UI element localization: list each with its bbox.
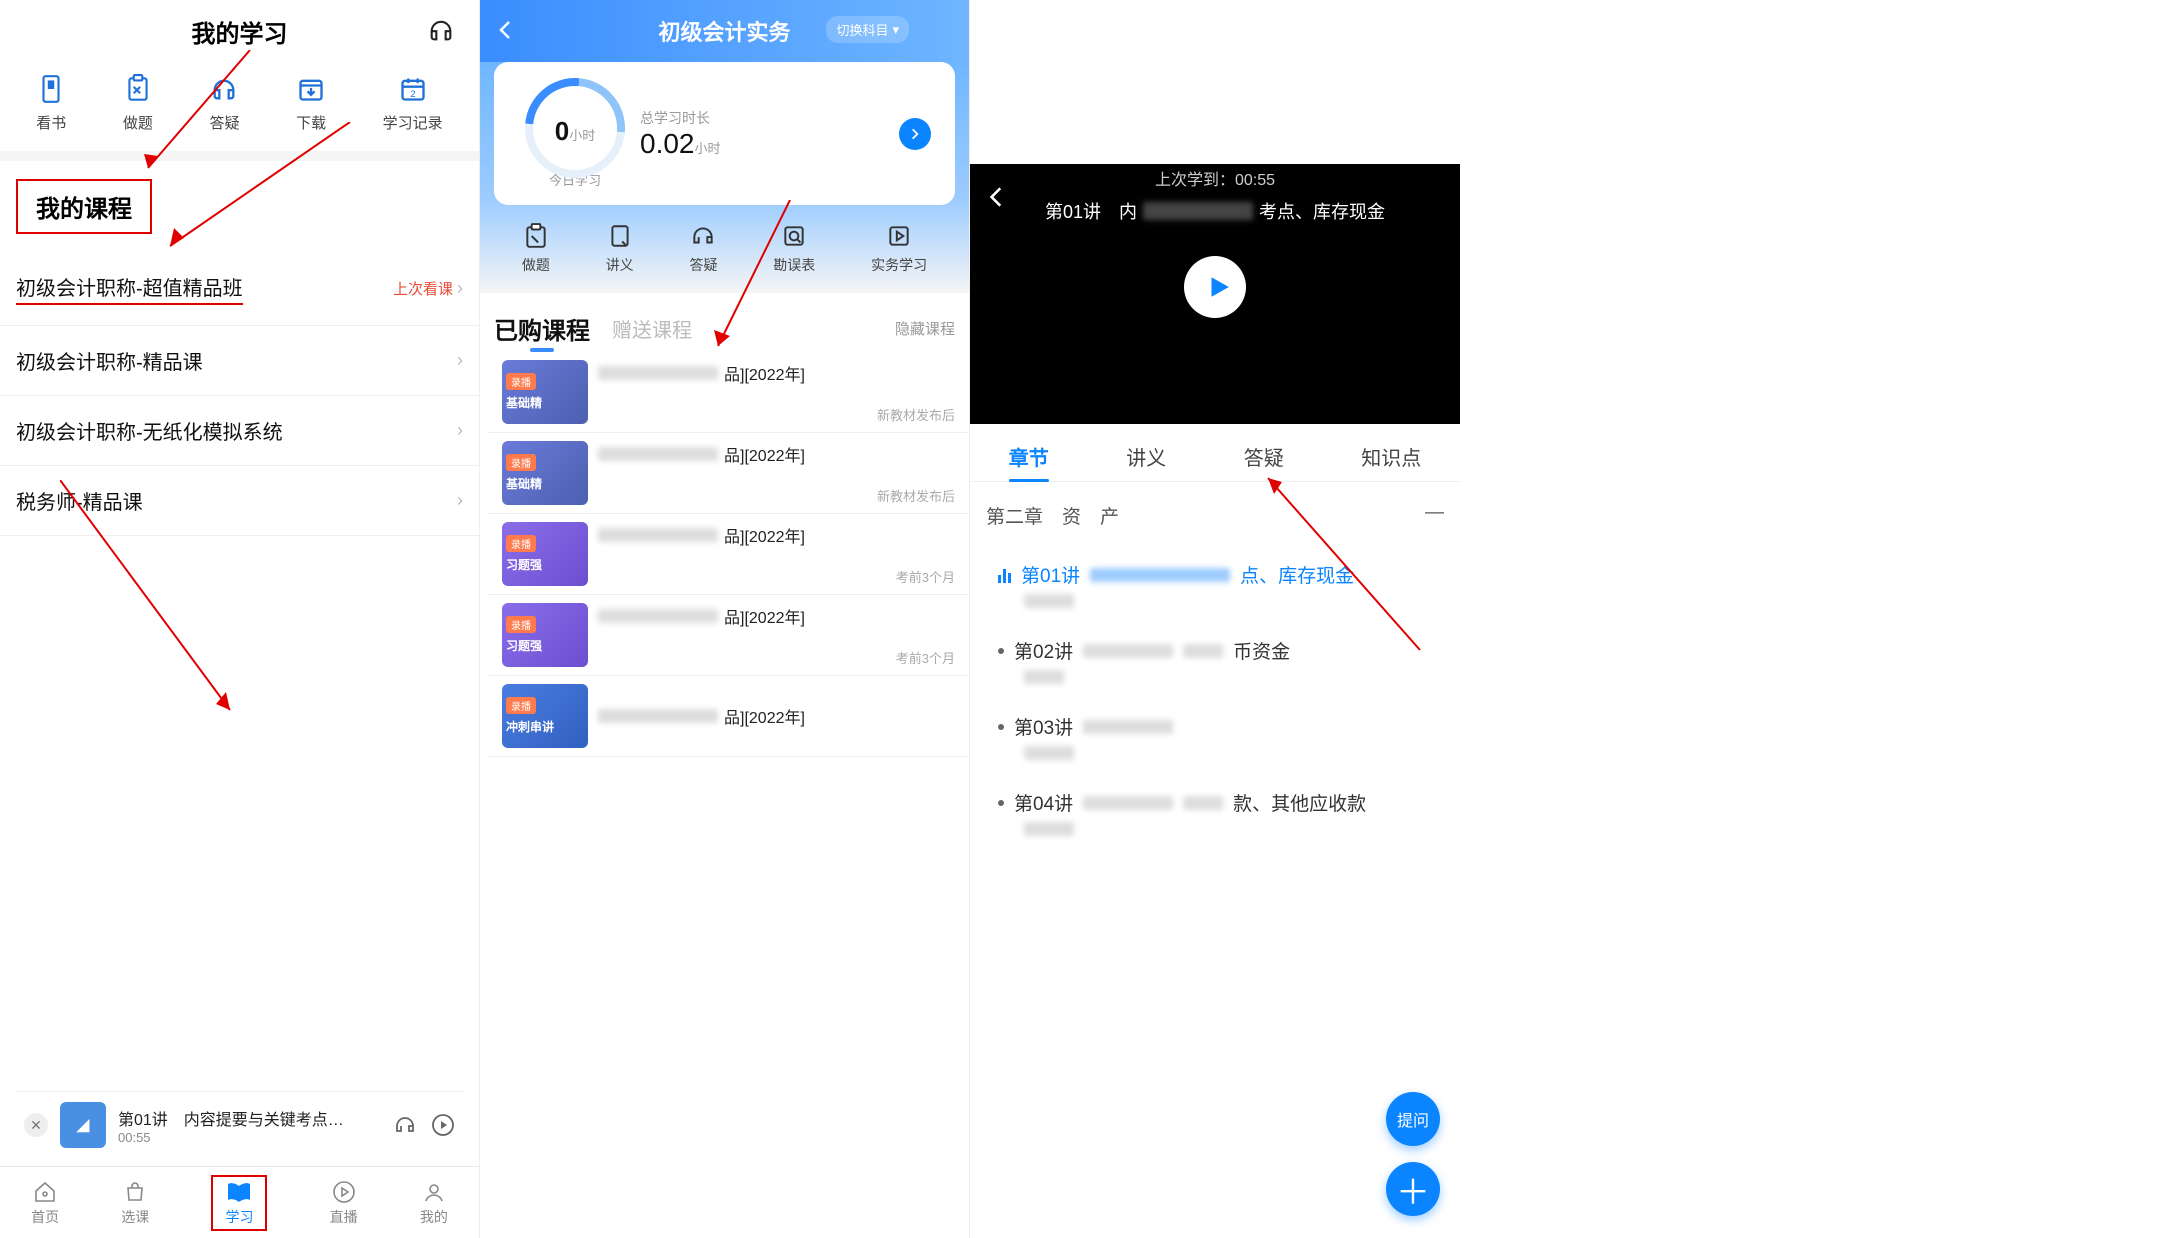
hide-courses-link[interactable]: 隐藏课程 — [895, 318, 955, 339]
lesson-thumb: 录播习题强 — [502, 522, 588, 586]
lesson-thumb: 录播基础精 — [502, 360, 588, 424]
mini-play-icon[interactable] — [431, 1113, 455, 1137]
tool-practical[interactable]: 实务学习 — [871, 223, 927, 275]
chevron-right-icon: › — [457, 420, 463, 441]
tab-points[interactable]: 知识点 — [1361, 442, 1421, 471]
calendar-icon: 2 — [398, 74, 428, 104]
lecture-item[interactable]: 第03讲 — [970, 701, 1460, 777]
mini-player-info[interactable]: 第01讲 内容提要与关键考点… 00:55 — [118, 1106, 381, 1145]
chevron-down-icon: ▾ — [892, 22, 899, 38]
lesson-thumb: 录播冲刺串讲 — [502, 684, 588, 748]
back-button[interactable] — [494, 18, 518, 42]
support-icon[interactable] — [427, 16, 455, 44]
resume-label: 上次学到：00:55 — [970, 164, 1460, 190]
last-view-link[interactable]: 上次看课 — [393, 278, 453, 299]
lesson-row[interactable]: 录播习题强 品][2022年]考前3个月 — [488, 514, 969, 595]
tool-qa[interactable]: 答疑 — [689, 223, 717, 275]
my-courses-label: 我的课程 — [16, 179, 152, 234]
go-button[interactable] — [899, 118, 931, 150]
lecture-item[interactable]: 第01讲点、库存现金 — [970, 549, 1460, 625]
course-name: 初级会计职称-超值精品班 — [16, 272, 243, 305]
download-icon — [296, 74, 326, 104]
clipboard-icon — [123, 74, 153, 104]
playing-icon — [998, 567, 1011, 583]
chevron-right-icon: › — [457, 490, 463, 511]
user-icon — [421, 1179, 447, 1205]
headphones-icon — [209, 74, 239, 104]
lesson-row[interactable]: 录播冲刺串讲 品][2022年] — [488, 676, 969, 757]
tab-purchased[interactable]: 已购课程 — [494, 311, 590, 346]
lecture-item[interactable]: 第02讲币资金 — [970, 625, 1460, 701]
home-icon — [32, 1179, 58, 1205]
lesson-row[interactable]: 录播习题强 品][2022年]考前3个月 — [488, 595, 969, 676]
course-row[interactable]: 初级会计职称-超值精品班 上次看课› — [0, 252, 479, 326]
tab-qa[interactable]: 答疑 — [1244, 442, 1284, 471]
play-button[interactable] — [1184, 256, 1246, 318]
chevron-right-icon: › — [457, 350, 463, 371]
course-row[interactable]: 初级会计职称-精品课 › — [0, 326, 479, 396]
add-fab[interactable]: ＋ — [1386, 1162, 1440, 1216]
play-circle-icon — [331, 1179, 357, 1205]
chevron-right-icon: › — [457, 278, 463, 299]
lesson-row[interactable]: 录播基础精 品][2022年]新教材发布后 — [488, 352, 969, 433]
chapter-header[interactable]: 第二章 资 产 — — [970, 482, 1460, 549]
lesson-thumb: 录播习题强 — [502, 603, 588, 667]
book-open-icon — [226, 1179, 252, 1205]
switch-subject[interactable]: 切换科目▾ — [826, 16, 909, 43]
today-gauge: 0小时 — [525, 78, 625, 178]
close-mini-button[interactable]: ✕ — [24, 1113, 48, 1137]
back-button[interactable] — [984, 184, 1010, 210]
course-row[interactable]: 税务师-精品课 › — [0, 466, 479, 536]
tab-chapter[interactable]: 章节 — [1009, 442, 1049, 471]
tab-me[interactable]: 我的 — [420, 1179, 448, 1227]
lecture-title: 第01讲 内 考点、库存现金 — [970, 198, 1460, 224]
tool-practice[interactable]: 做题 — [522, 223, 550, 275]
tool-qa[interactable]: 答疑 — [209, 74, 239, 133]
tab-gift[interactable]: 赠送课程 — [612, 314, 692, 343]
mini-headphones-icon[interactable] — [393, 1113, 417, 1137]
tool-download[interactable]: 下载 — [296, 74, 326, 133]
tab-learn[interactable]: 学习 — [211, 1175, 267, 1231]
book-icon — [36, 74, 66, 104]
tool-read[interactable]: 看书 — [36, 74, 66, 133]
lesson-thumb: 录播基础精 — [502, 441, 588, 505]
tab-courses[interactable]: 选课 — [121, 1179, 149, 1227]
svg-text:2: 2 — [410, 89, 415, 99]
page-title: 我的学习 — [192, 14, 288, 49]
ask-question-fab[interactable]: 提问 — [1386, 1092, 1440, 1146]
lecture-item[interactable]: 第04讲款、其他应收款 — [970, 777, 1460, 853]
collapse-icon: — — [1425, 502, 1444, 529]
mini-thumb-icon: ◢ — [60, 1102, 106, 1148]
tool-notes[interactable]: 讲义 — [606, 223, 634, 275]
bag-icon — [122, 1179, 148, 1205]
course-row[interactable]: 初级会计职称-无纸化模拟系统 › — [0, 396, 479, 466]
tool-practice[interactable]: 做题 — [123, 74, 153, 133]
total-study-time: 总学习时长 0.02小时 — [640, 108, 899, 160]
tool-history[interactable]: 2 学习记录 — [383, 74, 443, 133]
page-title: 初级会计实务 — [658, 15, 790, 47]
tool-errata[interactable]: 勘误表 — [773, 223, 815, 275]
tab-live[interactable]: 直播 — [330, 1179, 358, 1227]
lesson-row[interactable]: 录播基础精 品][2022年]新教材发布后 — [488, 433, 969, 514]
tab-home[interactable]: 首页 — [31, 1179, 59, 1227]
tab-notes[interactable]: 讲义 — [1126, 442, 1166, 471]
